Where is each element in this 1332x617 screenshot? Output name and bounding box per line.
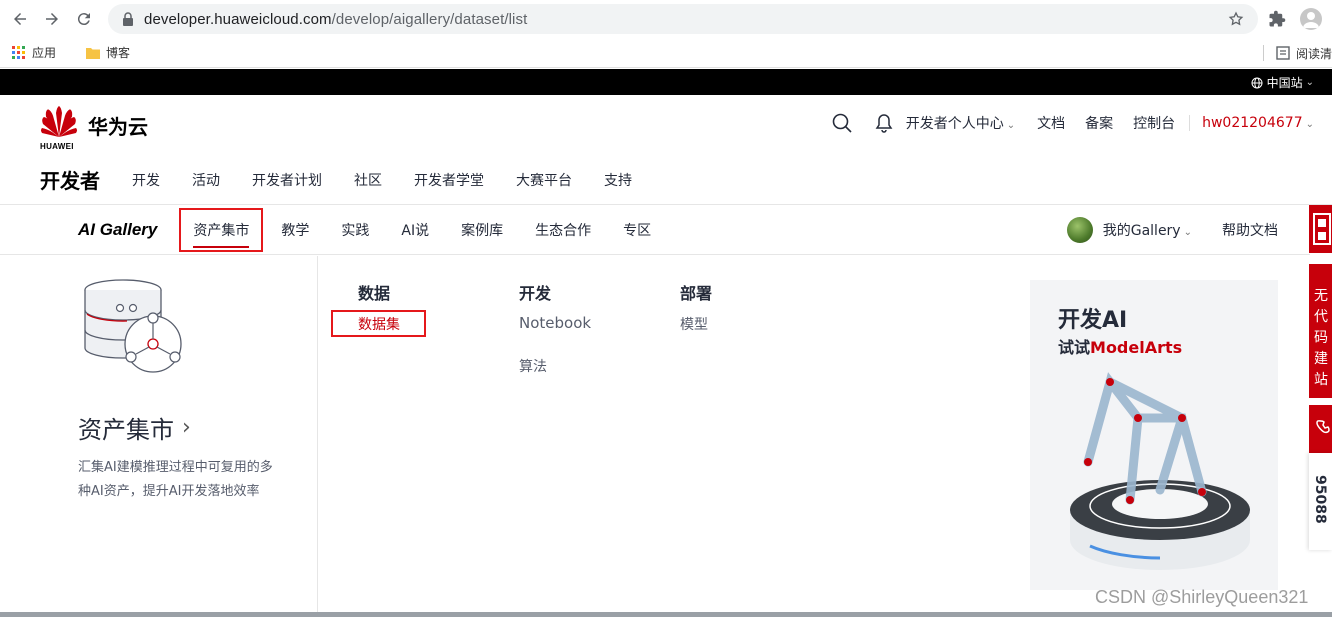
column-heading: 数据	[358, 284, 391, 303]
help-docs-link[interactable]: 帮助文档	[1222, 220, 1278, 240]
chevron-down-icon: ⌄	[1305, 77, 1314, 88]
reading-list-icon	[1276, 46, 1290, 60]
tab-ai-talk[interactable]: AI说	[401, 220, 429, 240]
top-strip: 中国站 ⌄	[0, 69, 1332, 95]
globe-icon	[1251, 77, 1263, 88]
tab-zone[interactable]: 专区	[623, 220, 651, 240]
no-code-site-button[interactable]: 无代码建站	[1309, 264, 1332, 398]
reload-icon	[77, 13, 90, 26]
tab-ecosystem[interactable]: 生态合作	[535, 220, 591, 240]
robot-arm-illustration-icon	[1070, 372, 1250, 570]
chevron-down-icon: ⌄	[1305, 119, 1314, 130]
chevron-down-icon: ⌄	[1006, 120, 1016, 131]
menu-link-algorithm[interactable]: 算法	[519, 356, 547, 376]
promo-title: 开发AI	[1058, 308, 1128, 333]
asset-market-title[interactable]: 资产集市 ›	[78, 410, 191, 445]
bookmark-blog[interactable]: 博客	[86, 44, 130, 61]
site-header: HUAWEI 华为云 开发者个人中心 ⌄ 文档 备案 控制台 hw02120467…	[0, 95, 1332, 155]
huawei-flower-icon: HUAWEI	[40, 105, 78, 151]
menu-link-model[interactable]: 模型	[680, 314, 708, 334]
folder-icon	[86, 47, 101, 59]
bottom-edge	[0, 612, 1332, 617]
menu-link-notebook[interactable]: Notebook	[519, 314, 591, 332]
developer-nav: 开发者 开发 活动 开发者计划 社区 开发者学堂 大赛平台 支持	[0, 155, 1332, 205]
record-link[interactable]: 备案	[1085, 113, 1113, 133]
phone-icon	[1316, 420, 1330, 434]
console-link[interactable]: 控制台	[1133, 113, 1175, 133]
dev-nav-item[interactable]: 社区	[354, 170, 382, 190]
dev-nav-item[interactable]: 开发者学堂	[414, 170, 484, 190]
dev-nav-item[interactable]: 开发	[132, 170, 160, 190]
qr-code-button[interactable]	[1309, 205, 1332, 253]
developer-title[interactable]: 开发者	[40, 165, 100, 194]
highlight-box	[331, 310, 426, 337]
header-actions: 开发者个人中心 ⌄ 文档 备案 控制台 hw021204677 ⌄	[812, 113, 1314, 133]
tab-practice[interactable]: 实践	[341, 220, 369, 240]
browser-toolbar: developer.huaweicloud.com/develop/aigall…	[0, 0, 1332, 38]
column-heading: 开发	[519, 284, 552, 303]
profile-avatar-icon[interactable]	[1300, 8, 1322, 30]
avatar[interactable]	[1066, 217, 1093, 243]
arrow-right-icon	[46, 13, 58, 25]
dev-nav-item[interactable]: 开发者计划	[252, 170, 322, 190]
ai-gallery-nav: AI Gallery 资产集市 教学 实践 AI说 案例库 生态合作 专区 我的…	[0, 205, 1310, 255]
bookmark-apps[interactable]: 应用	[12, 44, 56, 61]
chevron-down-icon: ⌄	[1183, 227, 1192, 238]
reading-list[interactable]: 阅读清	[1262, 38, 1332, 68]
mega-menu-intro: 资产集市 › 汇集AI建模推理过程中可复用的多种AI资产，提升AI开发落地效率	[0, 256, 318, 614]
huawei-cloud-logo[interactable]: HUAWEI 华为云	[40, 105, 148, 151]
extensions-icon[interactable]	[1268, 10, 1286, 28]
search-icon[interactable]	[832, 113, 852, 133]
dev-nav-item[interactable]: 支持	[604, 170, 632, 190]
hotline-number: 95088	[1309, 453, 1332, 550]
url-text: developer.huaweicloud.com/develop/aigall…	[144, 10, 528, 28]
column-heading: 部署	[680, 284, 713, 303]
user-menu[interactable]: hw021204677 ⌄	[1189, 115, 1314, 131]
modelarts-promo-banner[interactable]: 开发AI 试试ModelArts	[1030, 280, 1278, 590]
address-bar[interactable]: developer.huaweicloud.com/develop/aigall…	[108, 4, 1258, 34]
menu-column-deploy: 部署	[680, 280, 712, 304]
menu-column-data: 数据	[358, 280, 390, 304]
csdn-watermark: CSDN @ShirleyQueen321	[1095, 587, 1309, 607]
docs-link[interactable]: 文档	[1037, 113, 1065, 133]
tab-asset-market[interactable]: 资产集市	[179, 207, 264, 252]
menu-column-develop: 开发	[519, 280, 551, 304]
dev-nav-item[interactable]: 大赛平台	[516, 170, 572, 190]
reload-button[interactable]	[68, 3, 100, 35]
dev-nav-item[interactable]: 活动	[192, 170, 220, 190]
database-illustration-icon	[84, 279, 182, 373]
forward-button[interactable]	[36, 3, 68, 35]
arrow-left-icon	[14, 13, 26, 25]
asset-market-description: 汇集AI建模推理过程中可复用的多种AI资产，提升AI开发落地效率	[78, 460, 273, 499]
region-selector[interactable]: 中国站 ⌄	[1251, 74, 1314, 91]
tab-teaching[interactable]: 教学	[281, 220, 309, 240]
tab-case-library[interactable]: 案例库	[461, 220, 503, 240]
phone-contact-button[interactable]	[1309, 405, 1332, 453]
ai-gallery-logo[interactable]: AI Gallery	[78, 220, 157, 240]
bookmark-star-icon[interactable]	[1228, 11, 1244, 27]
lock-icon	[123, 12, 133, 26]
developer-center-menu[interactable]: 开发者个人中心 ⌄	[906, 113, 1015, 133]
bell-icon[interactable]	[874, 113, 894, 133]
qr-code-icon	[1313, 213, 1331, 245]
back-button[interactable]	[4, 3, 36, 35]
promo-subtitle: 试试ModelArts	[1058, 338, 1183, 357]
bookmarks-bar: 应用 博客 阅读清	[0, 38, 1332, 68]
apps-grid-icon	[12, 45, 25, 59]
gallery-user-actions: 我的Gallery ⌄ 帮助文档	[1066, 217, 1278, 243]
chevron-right-icon: ›	[182, 415, 191, 440]
my-gallery-menu[interactable]: 我的Gallery ⌄	[1103, 220, 1192, 240]
